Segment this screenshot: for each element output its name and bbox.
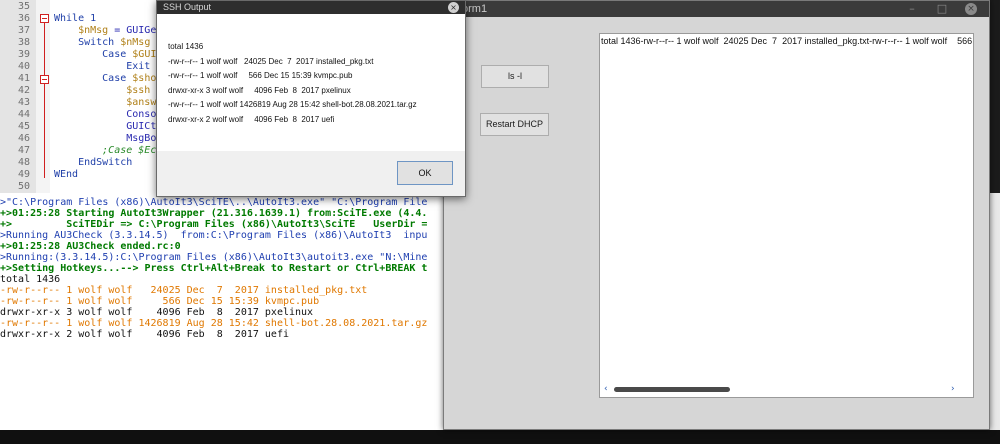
scroll-left-icon[interactable]: ‹ — [604, 382, 608, 396]
ls-button[interactable]: ls -l — [481, 65, 549, 88]
code-token: $sho — [132, 73, 157, 84]
code-token: Conso — [54, 109, 157, 120]
code-line[interactable]: While 1 — [54, 13, 96, 24]
code-token: MsgBo — [54, 133, 157, 144]
code-line[interactable]: $ssh — [54, 85, 150, 96]
console-line: +>01:25:28 AU3Check ended.rc:0 — [0, 241, 181, 252]
console-line: drwxr-xr-x 3 wolf wolf 4096 Feb 8 2017 p… — [0, 307, 314, 318]
console-line: -rw-r--r-- 1 wolf wolf 24025 Dec 7 2017 … — [0, 285, 368, 296]
line-number: 36 — [17, 13, 30, 24]
code-token: GUICt — [54, 121, 157, 132]
scroll-right-icon[interactable]: › — [951, 382, 955, 396]
code-token: ;Case $Ec — [54, 145, 157, 156]
line-number: 49 — [17, 169, 30, 180]
dialog-message-line: total 1436 — [168, 42, 204, 51]
code-line[interactable]: MsgBo — [54, 133, 156, 144]
fold-margin[interactable] — [36, 0, 50, 193]
line-number: 47 — [17, 145, 30, 156]
console-line: +>Setting Hotkeys...--> Press Ctrl+Alt+B… — [0, 263, 428, 274]
line-number: 50 — [17, 181, 30, 192]
code-line[interactable]: WEnd — [54, 169, 78, 180]
code-line[interactable]: EndSwitch — [54, 157, 132, 168]
line-number: 43 — [17, 97, 30, 108]
dialog-message-line: -rw-r--r-- 1 wolf wolf 24025 Dec 7 2017 … — [168, 57, 374, 66]
code-line[interactable]: $answ — [54, 97, 156, 108]
code-token: $nMsg — [120, 37, 151, 48]
code-line[interactable]: $nMsg = GUIGe — [54, 25, 156, 36]
code-token: $ssh — [54, 85, 151, 96]
restart-dhcp-button[interactable]: Restart DHCP — [480, 113, 549, 136]
dialog-message-area: total 1436 -rw-r--r-- 1 wolf wolf 24025 D… — [157, 14, 465, 151]
line-number: 45 — [17, 121, 30, 132]
code-token: Exit — [54, 61, 151, 72]
dialog-message-line: -rw-r--r-- 1 wolf wolf 566 Dec 15 15:39 … — [168, 71, 353, 80]
code-line[interactable]: ;Case $Ec — [54, 145, 156, 156]
code-line[interactable]: Conso — [54, 109, 156, 120]
fold-line — [44, 84, 45, 178]
code-token: WEnd — [54, 169, 79, 180]
code-token: = GUIGe — [108, 25, 157, 36]
console-line: >Running AU3Check (3.3.14.5) from:C:\Pro… — [0, 230, 428, 241]
console-line: -rw-r--r-- 1 wolf wolf 566 Dec 15 15:39 … — [0, 296, 320, 307]
line-number: 39 — [17, 49, 30, 60]
line-number: 38 — [17, 37, 30, 48]
line-number: 35 — [17, 1, 30, 12]
console-line: >"C:\Program Files (x86)\AutoIt3\SciTE\.… — [0, 197, 428, 208]
console-line: total 1436 — [0, 274, 61, 285]
dialog-message-line: -rw-r--r-- 1 wolf wolf 1426819 Aug 28 15… — [168, 100, 417, 109]
code-token: Case — [54, 49, 133, 60]
fold-line — [44, 23, 45, 75]
code-token: Case — [54, 73, 133, 84]
form1-window[interactable]: orm1 – □ × ls -l Restart DHCP total 1436… — [443, 0, 990, 430]
line-number: 41 — [17, 73, 30, 84]
fold-toggle-icon[interactable] — [40, 75, 49, 84]
line-number: 48 — [17, 157, 30, 168]
code-token: Switch — [54, 37, 121, 48]
close-icon[interactable]: × — [448, 2, 459, 13]
code-line[interactable]: Exit — [54, 61, 150, 72]
dialog-title: SSH Output — [163, 2, 212, 12]
taskbar-strip — [0, 430, 1000, 444]
form1-titlebar[interactable]: orm1 – □ × — [444, 1, 989, 17]
list-item[interactable]: total 1436-rw-r--r-- 1 wolf wolf 24025 D… — [601, 36, 973, 47]
code-line[interactable]: Switch $nMsg — [54, 37, 150, 48]
code-token: While 1 — [54, 13, 97, 24]
console-line: >Running:(3.3.14.5):C:\Program Files (x8… — [0, 252, 428, 263]
console-line: drwxr-xr-x 2 wolf wolf 4096 Feb 8 2017 u… — [0, 329, 289, 340]
fold-toggle-icon[interactable] — [40, 14, 49, 23]
console-line: -rw-r--r-- 1 wolf wolf 1426819 Aug 28 15… — [0, 318, 428, 329]
dialog-message-line: drwxr-xr-x 2 wolf wolf 4096 Feb 8 2017 u… — [168, 115, 335, 124]
line-number: 46 — [17, 133, 30, 144]
close-icon[interactable]: × — [965, 3, 977, 15]
line-number: 42 — [17, 85, 30, 96]
maximize-icon[interactable]: □ — [935, 2, 949, 16]
console-line: +>01:25:28 Starting AutoIt3Wrapper (21.3… — [0, 208, 428, 219]
code-token: $nMsg — [54, 25, 109, 36]
ssh-output-dialog[interactable]: SSH Output × total 1436 -rw-r--r-- 1 wolf… — [156, 0, 466, 197]
console-line: +> SciTEDir => C:\Program Files (x86)\Au… — [0, 219, 428, 230]
line-number: 37 — [17, 25, 30, 36]
dialog-titlebar[interactable]: SSH Output × — [157, 1, 465, 14]
line-number: 40 — [17, 61, 30, 72]
code-token: $answ — [54, 97, 157, 108]
scrollbar-thumb[interactable] — [614, 387, 730, 392]
code-line[interactable]: Case $sho — [54, 73, 156, 84]
code-token: $GUI — [132, 49, 157, 60]
minimize-icon[interactable]: – — [905, 2, 919, 16]
code-line[interactable]: GUICt — [54, 121, 156, 132]
code-line[interactable]: Case $GUI — [54, 49, 156, 60]
output-listbox[interactable]: total 1436-rw-r--r-- 1 wolf wolf 24025 D… — [599, 33, 974, 398]
dialog-message-line: drwxr-xr-x 3 wolf wolf 4096 Feb 8 2017 p… — [168, 86, 351, 95]
code-token: EndSwitch — [54, 157, 133, 168]
ok-button[interactable]: OK — [397, 161, 453, 185]
line-number: 44 — [17, 109, 30, 120]
